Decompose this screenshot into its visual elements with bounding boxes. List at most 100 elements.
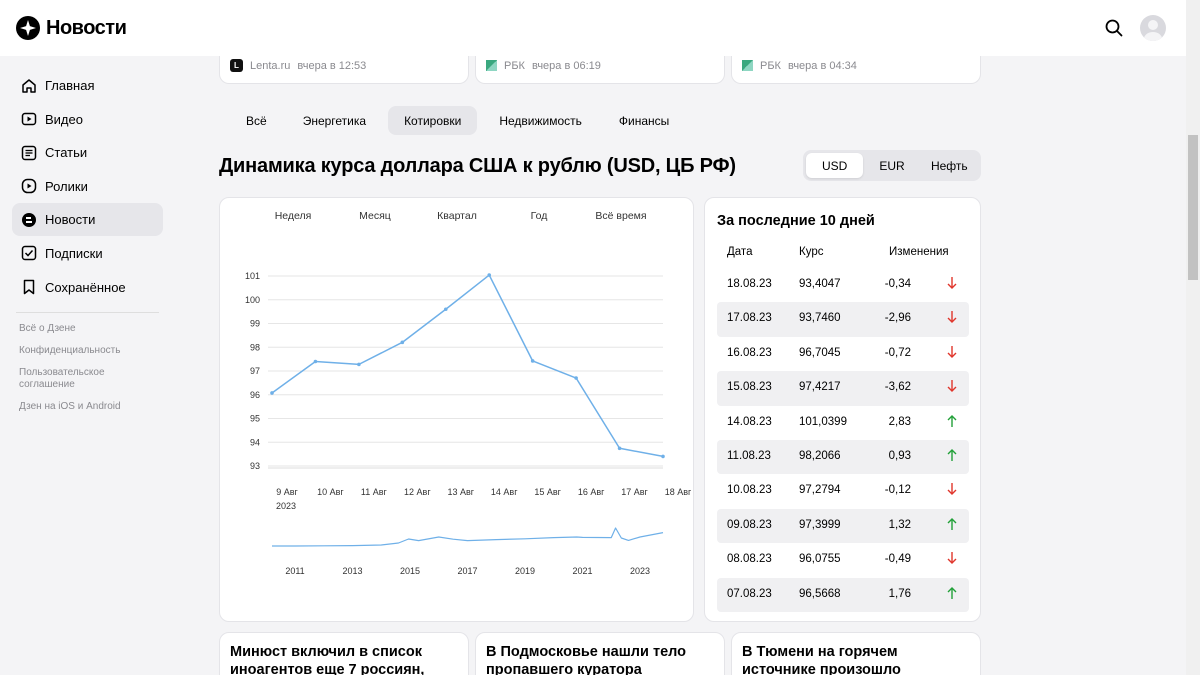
scrollbar-thumb[interactable] [1188, 135, 1198, 280]
x-tick-label: 15 Авг [534, 487, 561, 497]
table-row: 08.08.23 96,0755 -0,49 [717, 543, 969, 577]
row-date: 10.08.23 [727, 484, 772, 497]
news-icon [20, 211, 37, 228]
news-card[interactable]: В Подмосковье нашли тело пропавшего кура… [475, 632, 725, 675]
tab-quotes[interactable]: Котировки [388, 106, 478, 135]
row-rate: 101,0399 [799, 415, 847, 428]
y-tick-label: 97 [250, 366, 260, 376]
sidebar-item-subscriptions[interactable]: Подписки [12, 237, 163, 270]
row-rate: 93,7460 [799, 312, 841, 325]
currency-tab-usd[interactable]: USD [806, 153, 864, 178]
row-change: 1,76 [888, 587, 911, 600]
news-card[interactable]: В Тюмени на горячем источнике произошло … [731, 632, 981, 675]
table-row: 14.08.23 101,0399 2,83 [717, 406, 969, 440]
y-tick-label: 95 [250, 414, 260, 424]
table-body: 18.08.23 93,4047 -0,34 17.08.23 93,7460 -2,96… [717, 268, 969, 612]
overview-x-tick-label: 2015 [400, 566, 420, 576]
news-card[interactable]: Минюст включил в список иноагентов еще 7… [219, 632, 469, 675]
tab-finance[interactable]: Финансы [603, 106, 685, 135]
currency-tab-eur[interactable]: EUR [863, 153, 920, 178]
data-point [313, 359, 318, 364]
data-point [487, 273, 492, 277]
avatar[interactable] [1140, 15, 1166, 41]
sidebar-item-articles[interactable]: Статьи [12, 136, 163, 169]
arrow-down-icon [946, 345, 958, 359]
lenta-logo-icon: L [230, 59, 243, 72]
y-tick-label: 93 [250, 461, 260, 471]
source-name: Lenta.ru [250, 59, 291, 72]
data-point [530, 359, 535, 363]
articles-icon [20, 144, 37, 161]
search-button[interactable] [1103, 17, 1125, 39]
row-date: 16.08.23 [727, 346, 772, 359]
sidebar-item-label: Сохранённое [45, 279, 126, 295]
rbk-logo-icon [742, 60, 753, 71]
clips-icon [20, 178, 37, 195]
row-change: -0,72 [884, 346, 911, 359]
logo[interactable]: Новости [16, 16, 127, 40]
row-rate: 97,3999 [799, 518, 841, 531]
y-tick-label: 99 [250, 319, 260, 329]
row-rate: 96,5668 [799, 587, 841, 600]
x-tick-label: 12 Авг [404, 487, 431, 497]
sidebar-item-video[interactable]: Видео [12, 103, 163, 136]
chart-card: Неделя Месяц Квартал Год Всё время 101 10… [219, 197, 694, 622]
overview-line [272, 527, 664, 547]
row-change: -2,96 [884, 312, 911, 325]
row-change: 2,83 [888, 415, 911, 428]
sidebar-item-label: Статьи [45, 145, 88, 161]
usd-rate-chart[interactable]: 101 100 99 98 97 96 95 94 93 9 Авг 10 Авг 11 Авг 12 … [220, 198, 695, 623]
sidebar-item-home[interactable]: Главная [12, 69, 163, 102]
footer-link-terms[interactable]: Пользовательское соглашение [19, 367, 119, 391]
rbk-logo-icon [486, 60, 497, 71]
x-tick-sublabel: 2023 [276, 501, 296, 511]
y-tick-label: 100 [245, 295, 260, 305]
x-tick-label: 14 Авг [491, 487, 518, 497]
sidebar-item-label: Новости [45, 212, 96, 228]
rate-line [271, 274, 664, 458]
footer-link-about[interactable]: Всё о Дзене [19, 323, 163, 335]
footer-link-apps[interactable]: Дзен на iOS и Android [19, 401, 163, 413]
row-change: 1,32 [888, 518, 911, 531]
footer-link-privacy[interactable]: Конфиденциальность [19, 345, 163, 357]
row-rate: 97,2794 [799, 484, 841, 497]
search-icon [1105, 19, 1123, 37]
data-point [661, 454, 665, 459]
row-date: 08.08.23 [727, 553, 772, 566]
scrollbar[interactable] [1186, 0, 1200, 675]
sidebar-item-saved[interactable]: Сохранённое [12, 271, 163, 304]
tab-real-estate[interactable]: Недвижимость [483, 106, 598, 135]
y-tick-label: 101 [245, 271, 260, 281]
sidebar-item-clips[interactable]: Ролики [12, 170, 163, 203]
sidebar-item-news[interactable]: Новости [12, 203, 163, 237]
source-time: вчера в 06:19 [531, 59, 601, 72]
tab-energy[interactable]: Энергетика [287, 106, 382, 135]
arrow-down-icon [946, 276, 958, 290]
row-date: 14.08.23 [727, 415, 772, 428]
arrow-down-icon [946, 551, 958, 565]
sidebar-item-label: Ролики [45, 178, 88, 194]
column-header: Изменения [889, 246, 949, 258]
sidebar: Главная Видео Статьи Ролики Новости Подп… [12, 69, 163, 423]
x-tick-label: 9 Авг [276, 487, 298, 497]
row-date: 17.08.23 [727, 312, 772, 325]
zen-logo-icon [16, 16, 40, 40]
arrow-down-icon [946, 482, 958, 496]
data-point [270, 391, 274, 395]
news-title: В Подмосковье нашли тело пропавшего кура… [486, 644, 687, 675]
x-tick-label: 16 Авг [578, 487, 605, 497]
video-icon [20, 111, 37, 128]
overview-x-tick-label: 2021 [572, 566, 592, 576]
tab-all[interactable]: Всё [230, 106, 283, 135]
arrow-up-icon [946, 586, 958, 600]
currency-tab-oil[interactable]: Нефть [921, 153, 978, 178]
rates-table-card: За последние 10 дней Дата Курс Изменения… [704, 197, 981, 622]
y-tick-label: 96 [250, 390, 260, 400]
row-rate: 96,7045 [799, 346, 841, 359]
arrow-down-icon [946, 310, 958, 324]
overview-x-tick-label: 2019 [515, 566, 535, 576]
arrow-up-icon [946, 517, 958, 531]
subscriptions-icon [20, 245, 37, 262]
x-tick-label: 18 Авг [665, 487, 692, 497]
category-tabs: Всё Энергетика Котировки Недвижимость Фи… [230, 106, 685, 135]
